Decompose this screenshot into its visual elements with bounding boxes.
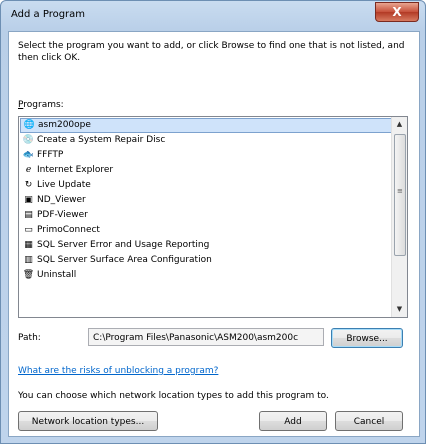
list-item-label: asm200ope bbox=[38, 120, 91, 130]
network-button-label: Network location types... bbox=[31, 417, 145, 427]
list-item-label: Uninstall bbox=[37, 270, 77, 280]
list-item[interactable]: 🌐 asm200ope bbox=[20, 118, 392, 133]
path-field[interactable]: C:\Program Files\Panasonic\ASM200\asm200… bbox=[88, 328, 324, 346]
programs-list[interactable]: 🌐 asm200ope 💿 Create a System Repair Disc 🐟 F… bbox=[18, 116, 408, 318]
close-icon: X bbox=[392, 5, 402, 19]
list-item-label: ND_Viewer bbox=[37, 195, 86, 205]
list-item[interactable]: 💿 Create a System Repair Disc bbox=[20, 133, 392, 148]
instructions-text: Select the program you want to add, or c… bbox=[18, 41, 405, 63]
list-item-label: PDF-Viewer bbox=[37, 210, 88, 220]
network-note: You can choose which network location ty… bbox=[18, 391, 329, 401]
risks-link[interactable]: What are the risks of unblocking a progr… bbox=[18, 366, 218, 376]
grip-icon: ≡ bbox=[397, 187, 403, 195]
repair-disc-icon: 💿 bbox=[22, 135, 35, 145]
list-item-label: Create a System Repair Disc bbox=[37, 135, 166, 145]
list-item[interactable]: ▥ SQL Server Surface Area Configuration bbox=[20, 253, 392, 268]
list-item[interactable]: ▦ SQL Server Error and Usage Reporting bbox=[20, 238, 392, 253]
list-item-label: SQL Server Error and Usage Reporting bbox=[37, 240, 210, 250]
title-bar[interactable]: Add a Program X bbox=[1, 1, 425, 31]
internet-explorer-icon: ℯ bbox=[25, 165, 32, 175]
list-item-label: PrimoConnect bbox=[37, 225, 100, 235]
scroll-up-button[interactable]: ▲ bbox=[392, 117, 407, 132]
path-label-text: Path: bbox=[18, 333, 41, 343]
close-button[interactable]: X bbox=[375, 2, 419, 22]
list-item[interactable]: ▣ ND_Viewer bbox=[20, 193, 392, 208]
browse-button[interactable]: Browse... bbox=[331, 328, 403, 348]
path-label: Path: bbox=[18, 333, 41, 343]
dialog-body: Select the program you want to add, or c… bbox=[8, 31, 420, 437]
list-item[interactable]: ℯ Internet Explorer bbox=[20, 163, 392, 178]
sql-report-icon: ▦ bbox=[24, 240, 33, 250]
scroll-down-button[interactable]: ▼ bbox=[392, 302, 407, 317]
list-item-label: Internet Explorer bbox=[37, 165, 114, 175]
list-item-label: SQL Server Surface Area Configuration bbox=[37, 255, 212, 265]
list-item-label: FFFTP bbox=[37, 150, 64, 160]
live-update-icon: ↻ bbox=[24, 180, 33, 190]
cancel-button[interactable]: Cancel bbox=[335, 411, 403, 431]
vertical-scrollbar[interactable]: ▲ ≡ ▼ bbox=[391, 117, 407, 317]
browse-button-label: Browse... bbox=[346, 334, 388, 344]
dialog-title: Add a Program bbox=[11, 9, 86, 20]
sql-config-icon: ▥ bbox=[24, 255, 33, 265]
add-program-dialog: Add a Program X Select the program you w… bbox=[0, 0, 426, 444]
list-item[interactable]: 🗑 Uninstall bbox=[20, 268, 392, 283]
pdf-viewer-icon: ▤ bbox=[24, 210, 33, 220]
add-button-label: Add bbox=[284, 417, 302, 427]
list-item-label: Live Update bbox=[37, 180, 91, 190]
window-icon: ▭ bbox=[24, 225, 33, 235]
cancel-button-label: Cancel bbox=[353, 417, 385, 427]
nd-viewer-icon: ▣ bbox=[24, 195, 33, 205]
programs-label: Programs: bbox=[18, 100, 64, 110]
list-item[interactable]: ▤ PDF-Viewer bbox=[20, 208, 392, 223]
list-item[interactable]: 🐟 FFFTP bbox=[20, 148, 392, 163]
network-location-types-button[interactable]: Network location types... bbox=[18, 411, 158, 431]
uninstall-icon: 🗑 bbox=[22, 270, 35, 280]
list-item[interactable]: ▭ PrimoConnect bbox=[20, 223, 392, 238]
list-item[interactable]: ↻ Live Update bbox=[20, 178, 392, 193]
ffftp-icon: 🐟 bbox=[22, 150, 35, 160]
globe-icon: 🌐 bbox=[23, 120, 36, 130]
scroll-thumb[interactable]: ≡ bbox=[394, 134, 406, 256]
programs-list-items: 🌐 asm200ope 💿 Create a System Repair Disc 🐟 F… bbox=[20, 118, 392, 283]
programs-label-rest: rograms: bbox=[23, 100, 64, 110]
add-button[interactable]: Add bbox=[259, 411, 327, 431]
